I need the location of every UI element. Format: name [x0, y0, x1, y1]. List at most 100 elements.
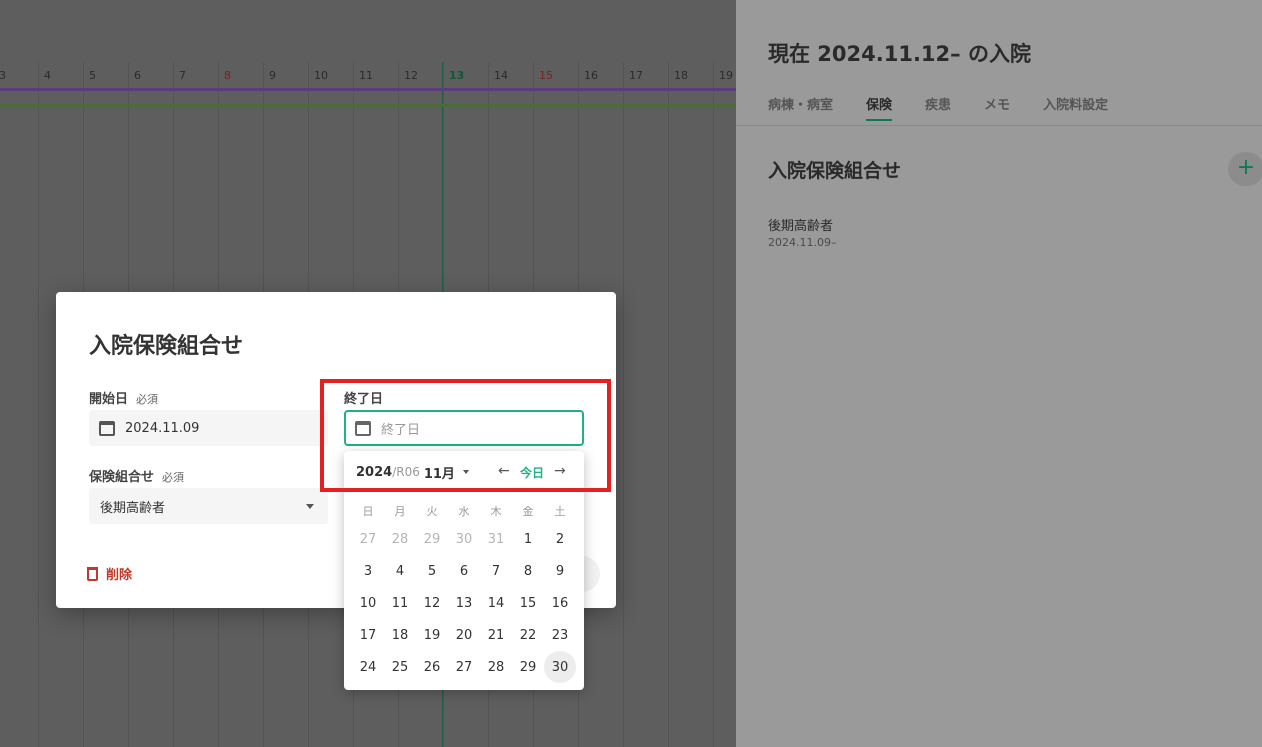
- weekday-label: 火: [426, 505, 438, 518]
- admission-bar[interactable]: [0, 88, 736, 91]
- day-header: 8: [218, 62, 263, 88]
- tab-0[interactable]: 病棟・病室: [768, 94, 833, 121]
- calendar-week: 17 18 19 20 21 22 23: [352, 619, 576, 651]
- tab-4[interactable]: 入院料設定: [1043, 94, 1108, 121]
- calendar-day[interactable]: 11: [384, 587, 416, 619]
- dialog-title: 入院保険組合せ: [89, 334, 244, 359]
- day-gridline: [38, 88, 39, 747]
- calendar-day[interactable]: 17: [352, 619, 384, 651]
- weekday-label: 土: [554, 505, 566, 518]
- trash-icon: [87, 566, 98, 581]
- calendar-day[interactable]: 30: [544, 651, 576, 683]
- tab-3[interactable]: メモ: [984, 94, 1010, 121]
- end-date-placeholder: 終了日: [381, 422, 421, 438]
- day-header: 6: [128, 62, 173, 88]
- calendar-day[interactable]: 13: [448, 587, 480, 619]
- calendar-day[interactable]: 28: [480, 651, 512, 683]
- day-header: 3: [0, 62, 38, 88]
- calendar-day[interactable]: 2: [544, 523, 576, 555]
- calendar-day[interactable]: 6: [448, 555, 480, 587]
- add-icon[interactable]: +: [1228, 152, 1262, 186]
- day-header: 13: [443, 62, 488, 88]
- prev-month-icon[interactable]: ←: [498, 463, 510, 479]
- weekday-label: 水: [458, 505, 470, 518]
- required-badge: 必須: [162, 471, 185, 484]
- calendar-day[interactable]: 23: [544, 619, 576, 651]
- calendar-day[interactable]: 25: [384, 651, 416, 683]
- day-header: 7: [173, 62, 218, 88]
- calendar-week: 24 25 26 27 28 29 30: [352, 651, 576, 683]
- combo-label: 保険組合せ 必須: [89, 466, 184, 485]
- calendar-day[interactable]: 10: [352, 587, 384, 619]
- day-gridline: [623, 88, 624, 747]
- calendar-day[interactable]: 15: [512, 587, 544, 619]
- calendar-day[interactable]: 20: [448, 619, 480, 651]
- day-header: 17: [623, 62, 668, 88]
- delete-button[interactable]: 削除: [87, 564, 132, 583]
- end-date-label: 終了日: [344, 392, 384, 407]
- calendar-day[interactable]: 24: [352, 651, 384, 683]
- weekday-label: 金: [522, 505, 534, 518]
- calendar-day[interactable]: 21: [480, 619, 512, 651]
- picker-year[interactable]: 2024: [356, 465, 392, 480]
- day-gridline: [713, 88, 714, 747]
- picker-era: /R06: [392, 465, 420, 479]
- weekday-label: 木: [490, 505, 502, 518]
- calendar-day[interactable]: 16: [544, 587, 576, 619]
- calendar-day[interactable]: 18: [384, 619, 416, 651]
- weekday-label: 日: [362, 505, 374, 518]
- insurance-item-name[interactable]: 後期高齢者: [768, 215, 833, 234]
- day-header: 11: [353, 62, 398, 88]
- calendar-icon: [99, 420, 115, 436]
- calendar-day[interactable]: 26: [416, 651, 448, 683]
- weekday-row: 日月火水木金土: [352, 501, 576, 521]
- day-header: 5: [83, 62, 128, 88]
- calendar-day[interactable]: 5: [416, 555, 448, 587]
- calendar-week: 3456789: [352, 555, 576, 587]
- day-header: 12: [398, 62, 443, 88]
- tab-2[interactable]: 疾患: [925, 94, 951, 121]
- today-button[interactable]: 今日: [520, 464, 544, 481]
- calendar-day[interactable]: 31: [480, 523, 512, 555]
- next-month-icon[interactable]: →: [554, 463, 566, 479]
- calendar-day[interactable]: 4: [384, 555, 416, 587]
- day-header: 4: [38, 62, 83, 88]
- required-badge: 必須: [136, 393, 159, 406]
- calendar-day[interactable]: 19: [416, 619, 448, 651]
- start-date-input[interactable]: 2024.11.09: [89, 410, 328, 446]
- picker-month[interactable]: 11月: [424, 463, 455, 482]
- start-date-value: 2024.11.09: [125, 420, 200, 436]
- calendar-day[interactable]: 27: [352, 523, 384, 555]
- calendar-day[interactable]: 3: [352, 555, 384, 587]
- chevron-down-icon: [306, 504, 314, 509]
- admission-bar[interactable]: [0, 104, 736, 107]
- end-date-input[interactable]: 終了日: [344, 410, 584, 446]
- day-gridline: [668, 88, 669, 747]
- panel-tabs: 病棟・病室 保険 疾患 メモ 入院料設定: [768, 94, 1141, 121]
- day-header: 15: [533, 62, 578, 88]
- calendar-day[interactable]: 9: [544, 555, 576, 587]
- calendar-week: 27 28 29 30 31 1 2: [352, 523, 576, 555]
- day-header: 16: [578, 62, 623, 88]
- tab-1[interactable]: 保険: [866, 94, 893, 121]
- calendar-day[interactable]: 29: [416, 523, 448, 555]
- start-date-label-text: 開始日: [89, 392, 129, 407]
- section-title: 入院保険組合せ: [768, 160, 902, 182]
- calendar-icon: [355, 420, 371, 436]
- combo-label-text: 保険組合せ: [89, 470, 155, 485]
- calendar-day[interactable]: 14: [480, 587, 512, 619]
- calendar-day[interactable]: 29: [512, 651, 544, 683]
- calendar-day[interactable]: 27: [448, 651, 480, 683]
- insurance-combo-select[interactable]: 後期高齢者: [89, 488, 328, 524]
- date-picker: 2024 /R06 11月 ← 今日 → 日月火水木金土 27 28 29 30 31 1 2…: [344, 451, 584, 690]
- calendar-day[interactable]: 28: [384, 523, 416, 555]
- day-header: 10: [308, 62, 353, 88]
- day-header: 14: [488, 62, 533, 88]
- month-dropdown-icon[interactable]: [462, 470, 469, 474]
- calendar-day[interactable]: 22: [512, 619, 544, 651]
- calendar-day[interactable]: 7: [480, 555, 512, 587]
- calendar-day[interactable]: 1: [512, 523, 544, 555]
- calendar-day[interactable]: 8: [512, 555, 544, 587]
- calendar-day[interactable]: 30: [448, 523, 480, 555]
- calendar-day[interactable]: 12: [416, 587, 448, 619]
